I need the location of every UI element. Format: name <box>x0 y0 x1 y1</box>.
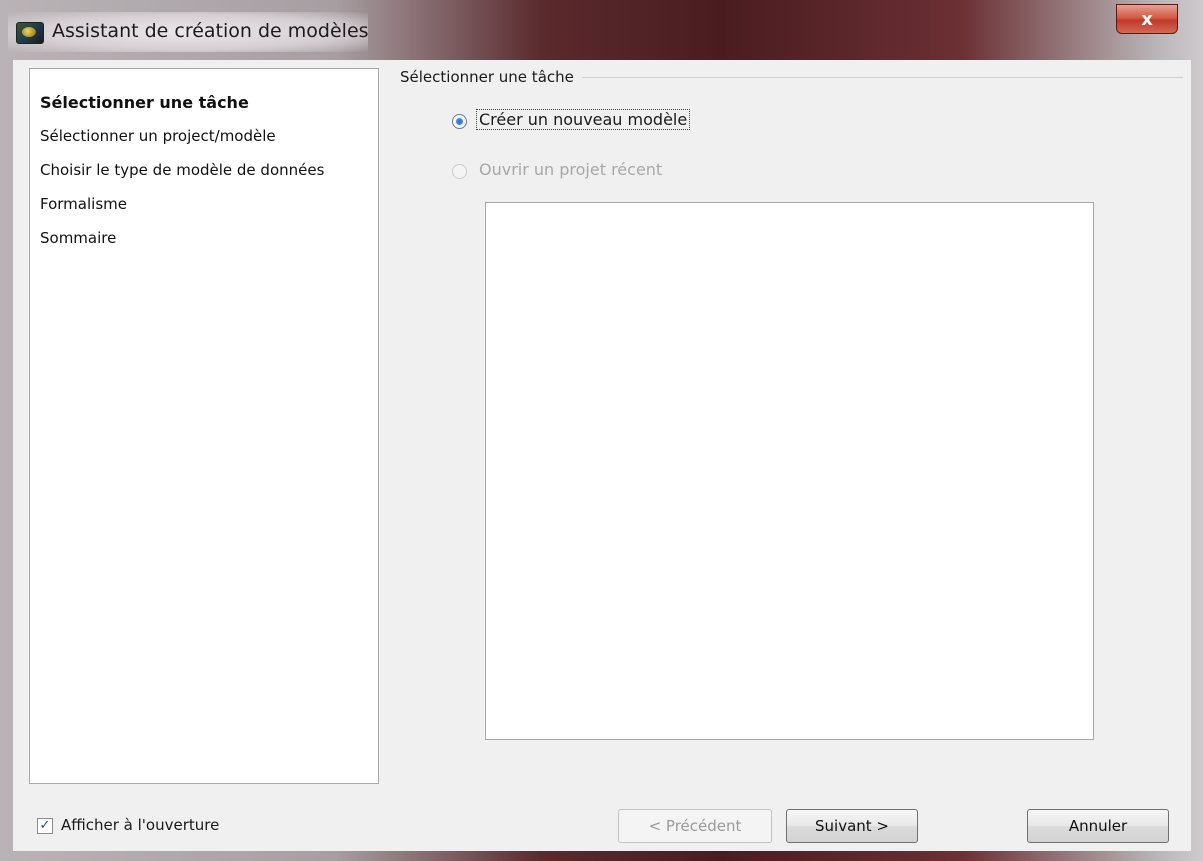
create-new-model-label[interactable]: Créer un nouveau modèle <box>475 109 691 130</box>
step-choose-data-model-type: Choisir le type de modèle de données <box>40 161 325 179</box>
close-button[interactable]: x <box>1116 4 1178 34</box>
show-on-open-checkbox[interactable]: ✓ <box>37 818 53 834</box>
show-on-open-label[interactable]: Afficher à l'ouverture <box>61 816 219 834</box>
step-summary: Sommaire <box>40 229 117 247</box>
window-frame: Assistant de création de modèles x Sélec… <box>0 0 1203 861</box>
radio-open-recent-project[interactable] <box>452 164 467 179</box>
cancel-button[interactable]: Annuler <box>1027 809 1169 843</box>
title-bar[interactable]: Assistant de création de modèles x <box>0 0 1203 60</box>
wizard-body: Sélectionner une tâche Sélectionner un p… <box>13 60 1191 851</box>
step-select-project-model: Sélectionner un project/modèle <box>40 127 276 145</box>
wizard-steps-panel: Sélectionner une tâche Sélectionner un p… <box>29 68 379 784</box>
radio-create-new-model[interactable] <box>452 114 467 129</box>
next-button[interactable]: Suivant > <box>786 809 918 843</box>
step-formalism: Formalisme <box>40 195 127 213</box>
app-icon[interactable] <box>16 22 44 44</box>
window-title: Assistant de création de modèles <box>52 20 369 42</box>
step-select-task: Sélectionner une tâche <box>40 93 249 112</box>
previous-button[interactable]: < Précédent <box>618 809 772 843</box>
recent-projects-list[interactable] <box>485 202 1094 740</box>
open-recent-project-label[interactable]: Ouvrir un projet récent <box>479 160 662 179</box>
task-group-title: Sélectionner une tâche <box>400 68 582 86</box>
